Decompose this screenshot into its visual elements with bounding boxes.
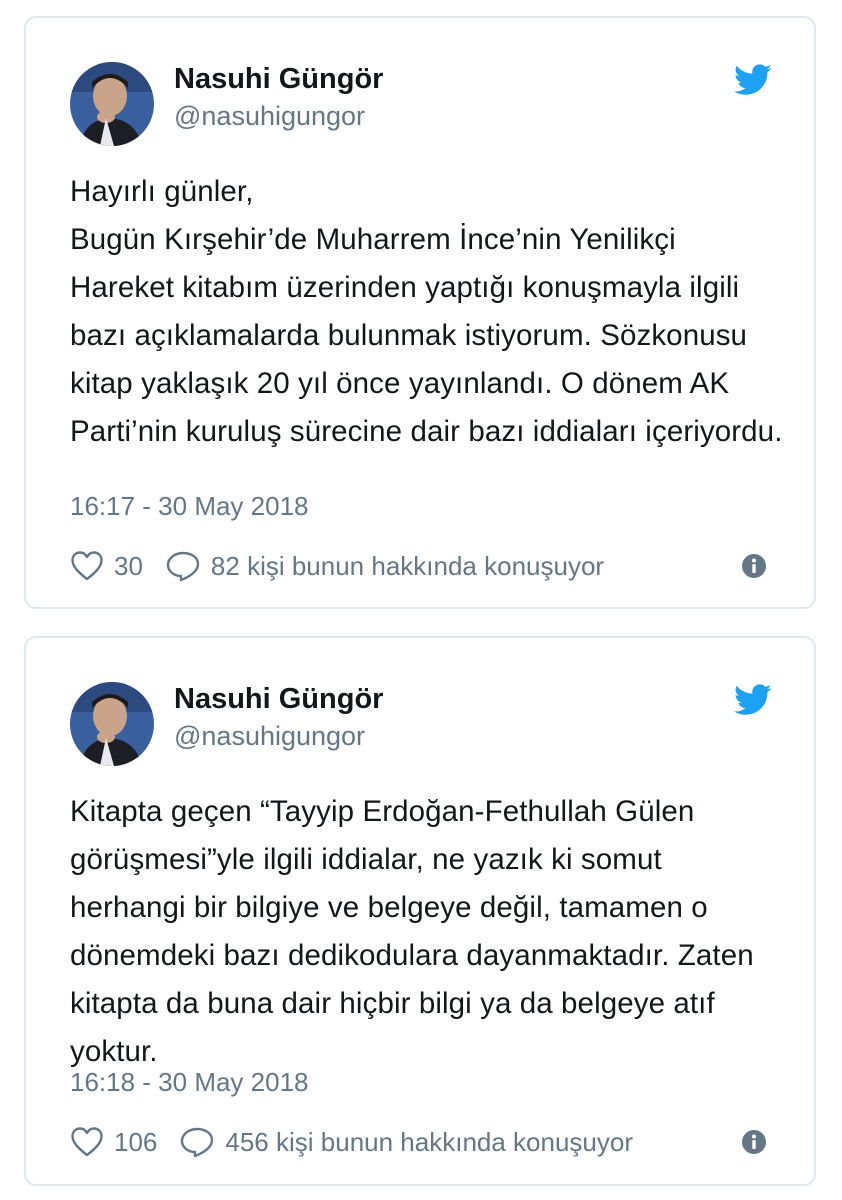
reply-icon[interactable] xyxy=(179,1126,215,1158)
twitter-bird-icon[interactable] xyxy=(734,64,772,96)
tweet-card[interactable]: Nasuhi Güngör @nasuhigungor Hayırlı günl… xyxy=(24,16,816,609)
like-button[interactable]: 106 xyxy=(70,1126,157,1158)
reply-icon[interactable] xyxy=(165,550,201,582)
reply-button[interactable]: 456 kişi bunun hakkında konuşuyor xyxy=(179,1126,633,1158)
tweet-text: Hayırlı günler, Bugün Kırşehir’de Muharr… xyxy=(70,175,783,448)
display-name[interactable]: Nasuhi Güngör xyxy=(174,682,383,716)
heart-icon[interactable] xyxy=(70,550,104,582)
reply-button[interactable]: 82 kişi bunun hakkında konuşuyor xyxy=(165,550,604,582)
like-count: 30 xyxy=(114,550,143,581)
tweet-timestamp[interactable]: 16:18 - 30 May 2018 xyxy=(70,1066,309,1098)
display-name[interactable]: Nasuhi Güngör xyxy=(174,62,383,96)
info-icon[interactable] xyxy=(740,1128,768,1156)
tweet-actions: 30 82 kişi bunun hakkında konuşuyor xyxy=(70,546,770,586)
user-handle[interactable]: @nasuhigungor xyxy=(174,100,365,132)
avatar[interactable] xyxy=(70,62,154,146)
like-button[interactable]: 30 xyxy=(70,550,143,582)
info-icon[interactable] xyxy=(740,552,768,580)
reply-count-text: 456 kişi bunun hakkında konuşuyor xyxy=(225,1126,633,1157)
tweet-timestamp[interactable]: 16:17 - 30 May 2018 xyxy=(70,490,309,522)
tweet-actions: 106 456 kişi bunun hakkında konuşuyor xyxy=(70,1122,770,1162)
tweet-card[interactable]: Nasuhi Güngör @nasuhigungor Kitapta geçe… xyxy=(24,636,816,1186)
heart-icon[interactable] xyxy=(70,1126,104,1158)
twitter-bird-icon[interactable] xyxy=(734,684,772,716)
tweet-text: Kitapta geçen “Tayyip Erdoğan-Fethullah … xyxy=(70,795,754,1068)
reply-count-text: 82 kişi bunun hakkında konuşuyor xyxy=(210,550,605,581)
user-handle[interactable]: @nasuhigungor xyxy=(174,720,365,752)
like-count: 106 xyxy=(114,1126,158,1157)
avatar[interactable] xyxy=(70,682,154,766)
